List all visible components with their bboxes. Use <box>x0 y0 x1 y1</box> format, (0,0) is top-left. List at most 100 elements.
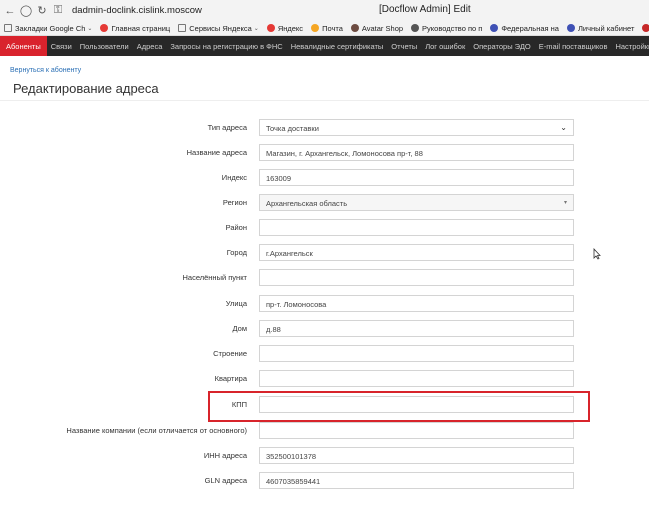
form-row-address_name: Название адреса Магазин, г. Архангельск, … <box>0 144 649 162</box>
chevron-down-icon: ⌄ <box>253 25 259 32</box>
gln-input[interactable]: 4607035859441 <box>259 472 574 489</box>
nav-item[interactable]: Абоненты <box>0 36 47 56</box>
bookmark-label: Руководство по п <box>422 23 483 33</box>
nav-item[interactable]: Лог ошибок <box>421 36 469 56</box>
form-row-region: Регион Архангельская область ▾ <box>0 194 649 212</box>
bookmark-label: Сервисы Яндекса <box>189 23 252 33</box>
chevron-down-icon: ▾ <box>563 200 567 206</box>
index-input[interactable]: 163009 <box>259 169 574 186</box>
url-field[interactable]: dadmin-doclink.cislink.moscow <box>72 5 202 16</box>
shop-icon <box>350 24 359 32</box>
reload-icon[interactable]: ↻ <box>34 4 50 17</box>
house-input[interactable]: д.88 <box>259 320 574 337</box>
apartment-input[interactable] <box>259 370 574 387</box>
bookmark-item[interactable]: Главная страниц <box>96 24 174 33</box>
back-to-subscriber-link[interactable]: Вернуться к абоненту <box>10 67 81 74</box>
guide-icon <box>411 24 420 32</box>
bookmark-item[interactable]: Портал госуда <box>638 24 649 33</box>
bookmark-label: Личный кабинет <box>577 23 635 33</box>
bookmark-item[interactable]: Яндекс <box>263 24 307 33</box>
heading-divider <box>0 100 649 101</box>
address_type-select[interactable]: Точка доставки ⌄ <box>259 119 574 136</box>
inn-label: ИНН адреса <box>203 451 247 460</box>
form-row-house: Дом д.88 <box>0 320 649 338</box>
form-row-index: Индекс 163009 <box>0 169 649 187</box>
building-label: Строение <box>213 349 247 358</box>
browser-address-bar: ← ◯ ↻ ⚿ dadmin-doclink.cislink.moscow [D… <box>0 0 649 21</box>
region-value: Архангельская область <box>266 199 348 208</box>
bookmark-label: Почта <box>322 23 343 33</box>
site-info-icon[interactable]: ⚿ <box>50 4 66 17</box>
back-arrow-icon[interactable]: ← <box>2 5 18 17</box>
bookmark-item[interactable]: Руководство по п <box>407 24 486 33</box>
region-select[interactable]: Архангельская область ▾ <box>259 194 574 211</box>
company_name-input[interactable] <box>259 422 574 439</box>
kpp-highlight-box <box>208 391 590 422</box>
inn-input[interactable]: 352500101378 <box>259 447 574 464</box>
bookmark-item[interactable]: Сервисы Яндекса ⌄ <box>174 24 263 33</box>
bookmark-item[interactable]: Личный кабинет <box>563 24 638 33</box>
address_name-label: Название адреса <box>186 148 247 157</box>
street-value: пр-т. Ломоносова <box>266 300 327 309</box>
address_type-label: Тип адреса <box>207 123 247 132</box>
form-row-city: Город г.Архангельск <box>0 244 649 262</box>
bookmark-label: Avatar Shop <box>361 23 404 33</box>
index-value: 163009 <box>266 174 292 183</box>
globe-icon <box>490 24 499 32</box>
chevron-down-icon: ⌄ <box>560 123 567 132</box>
mouse-cursor-icon <box>593 248 601 260</box>
nav-item[interactable]: Невалидные сертификаты <box>287 36 388 56</box>
yandex-icon <box>266 24 275 32</box>
bookmark-label: Закладки Google Ch <box>15 23 86 33</box>
form-row-gln: GLN адреса 4607035859441 <box>0 472 649 490</box>
region-label: Регион <box>222 198 247 207</box>
bookmark-folder-icon <box>4 24 12 32</box>
building-input[interactable] <box>259 345 574 362</box>
gln-value: 4607035859441 <box>266 477 321 486</box>
bookmark-item[interactable]: Федеральная на <box>486 24 563 33</box>
district-input[interactable] <box>259 219 574 236</box>
shield-icon[interactable]: ◯ <box>18 4 34 17</box>
nav-item[interactable]: Связи <box>47 36 76 56</box>
mail-icon <box>311 24 320 32</box>
globe-icon <box>642 24 649 32</box>
bookmark-item[interactable]: Закладки Google Ch ⌄ <box>0 24 96 33</box>
city-input[interactable]: г.Архангельск <box>259 244 574 261</box>
page-heading: Редактирование адреса <box>13 81 159 96</box>
gln-label: GLN адреса <box>204 476 247 485</box>
globe-icon <box>566 24 575 32</box>
nav-item[interactable]: Операторы ЭДО <box>469 36 534 56</box>
address_name-value: Магазин, г. Архангельск, Ломоносова пр-т… <box>266 149 423 158</box>
nav-item[interactable]: Настройки <box>611 36 649 56</box>
bookmark-label: Главная страниц <box>111 23 171 33</box>
bookmark-label: Федеральная на <box>501 23 559 33</box>
apartment-label: Квартира <box>214 374 247 383</box>
chevron-down-icon: ⌄ <box>87 25 93 32</box>
nav-item[interactable]: Пользователи <box>76 36 133 56</box>
bookmark-item[interactable]: Avatar Shop <box>347 24 407 33</box>
nav-item[interactable]: Запросы на регистрацию в ФНС <box>166 36 286 56</box>
form-row-company_name: Название компании (если отличается от ос… <box>0 422 649 440</box>
form-row-settlement: Населённый пункт <box>0 269 649 287</box>
bookmark-item[interactable]: Почта <box>307 24 347 33</box>
address_type-value: Точка доставки <box>266 124 319 133</box>
nav-item[interactable]: Отчеты <box>387 36 421 56</box>
form-row-apartment: Квартира <box>0 370 649 388</box>
address_name-input[interactable]: Магазин, г. Архангельск, Ломоносова пр-т… <box>259 144 574 161</box>
bookmarks-bar: Закладки Google Ch ⌄ Главная страниц Сервис… <box>0 21 649 36</box>
settlement-label: Населённый пункт <box>182 273 247 282</box>
form-row-district: Район <box>0 219 649 237</box>
district-label: Район <box>225 223 247 232</box>
nav-item[interactable]: Адреса <box>133 36 167 56</box>
form-row-street: Улица пр-т. Ломоносова <box>0 295 649 313</box>
street-input[interactable]: пр-т. Ломоносова <box>259 295 574 312</box>
settlement-input[interactable] <box>259 269 574 286</box>
form-row-address_type: Тип адреса Точка доставки ⌄ <box>0 119 649 137</box>
house-value: д.88 <box>266 325 281 334</box>
city-value: г.Архангельск <box>266 249 313 258</box>
main-nav: Абоненты Связи Пользователи Адреса Запросы н… <box>0 36 649 56</box>
nav-item[interactable]: E-mail поставщиков <box>535 36 612 56</box>
inn-value: 352500101378 <box>266 452 317 461</box>
bookmark-label: Яндекс <box>277 23 304 33</box>
yandex-icon <box>100 24 109 32</box>
